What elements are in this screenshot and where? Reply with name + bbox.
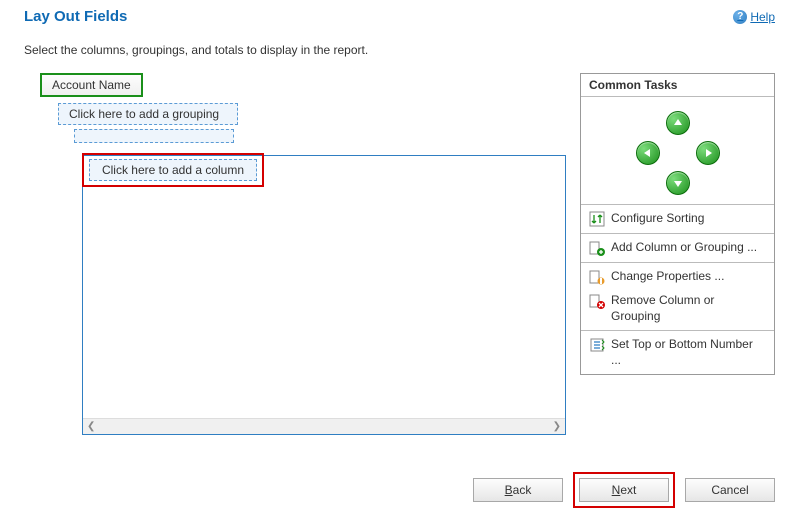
move-left-button[interactable] [636,141,660,165]
instruction-text: Select the columns, groupings, and total… [24,43,793,57]
remove-column-label: Remove Column or Grouping [611,293,766,324]
move-up-button[interactable] [666,111,690,135]
arrow-right-icon [702,147,714,159]
help-link[interactable]: ? Help [733,10,775,24]
add-column-icon [589,240,605,256]
set-top-bottom-label: Set Top or Bottom Number ... [611,337,766,368]
horizontal-scrollbar[interactable]: ❮ ❯ [83,418,565,434]
account-name-field[interactable]: Account Name [40,73,143,97]
help-icon: ? [733,10,747,24]
next-button[interactable]: Next [579,478,669,502]
arrow-down-icon [672,177,684,189]
arrow-pad [581,97,774,205]
wizard-button-bar: Back Next Cancel [473,472,775,508]
change-properties-task[interactable]: Change Properties ... [581,265,774,289]
page-title: Lay Out Fields [24,8,127,25]
common-tasks-panel: Common Tasks Configure Sorting [580,73,775,375]
sort-icon [589,211,605,227]
add-grouping-placeholder[interactable]: Click here to add a grouping [58,103,238,125]
common-tasks-header: Common Tasks [581,74,774,97]
scroll-right-icon[interactable]: ❯ [553,421,561,432]
report-canvas: ❮ ❯ [82,155,566,435]
back-label-rest: ack [513,483,532,497]
next-label-rest: ext [620,483,636,497]
move-down-button[interactable] [666,171,690,195]
remove-column-icon [589,293,605,309]
arrow-left-icon [642,147,654,159]
properties-icon [589,269,605,285]
add-column-task[interactable]: Add Column or Grouping ... [581,236,774,260]
help-label: Help [750,10,775,24]
change-properties-label: Change Properties ... [611,269,724,285]
scroll-left-icon[interactable]: ❮ [87,421,95,432]
next-highlight: Next [573,472,675,508]
add-column-placeholder[interactable]: Click here to add a column [89,159,257,181]
configure-sorting-task[interactable]: Configure Sorting [581,207,774,231]
layout-area: Account Name Click here to add a groupin… [24,73,564,143]
add-column-highlight: Click here to add a column [82,153,264,187]
arrow-up-icon [672,117,684,129]
top-bottom-icon [589,337,605,353]
add-column-label: Add Column or Grouping ... [611,240,757,256]
back-button[interactable]: Back [473,478,563,502]
grouping-slot[interactable] [74,129,234,143]
cancel-button[interactable]: Cancel [685,478,775,502]
set-top-bottom-task[interactable]: Set Top or Bottom Number ... [581,333,774,372]
configure-sorting-label: Configure Sorting [611,211,704,227]
remove-column-task[interactable]: Remove Column or Grouping [581,289,774,328]
move-right-button[interactable] [696,141,720,165]
